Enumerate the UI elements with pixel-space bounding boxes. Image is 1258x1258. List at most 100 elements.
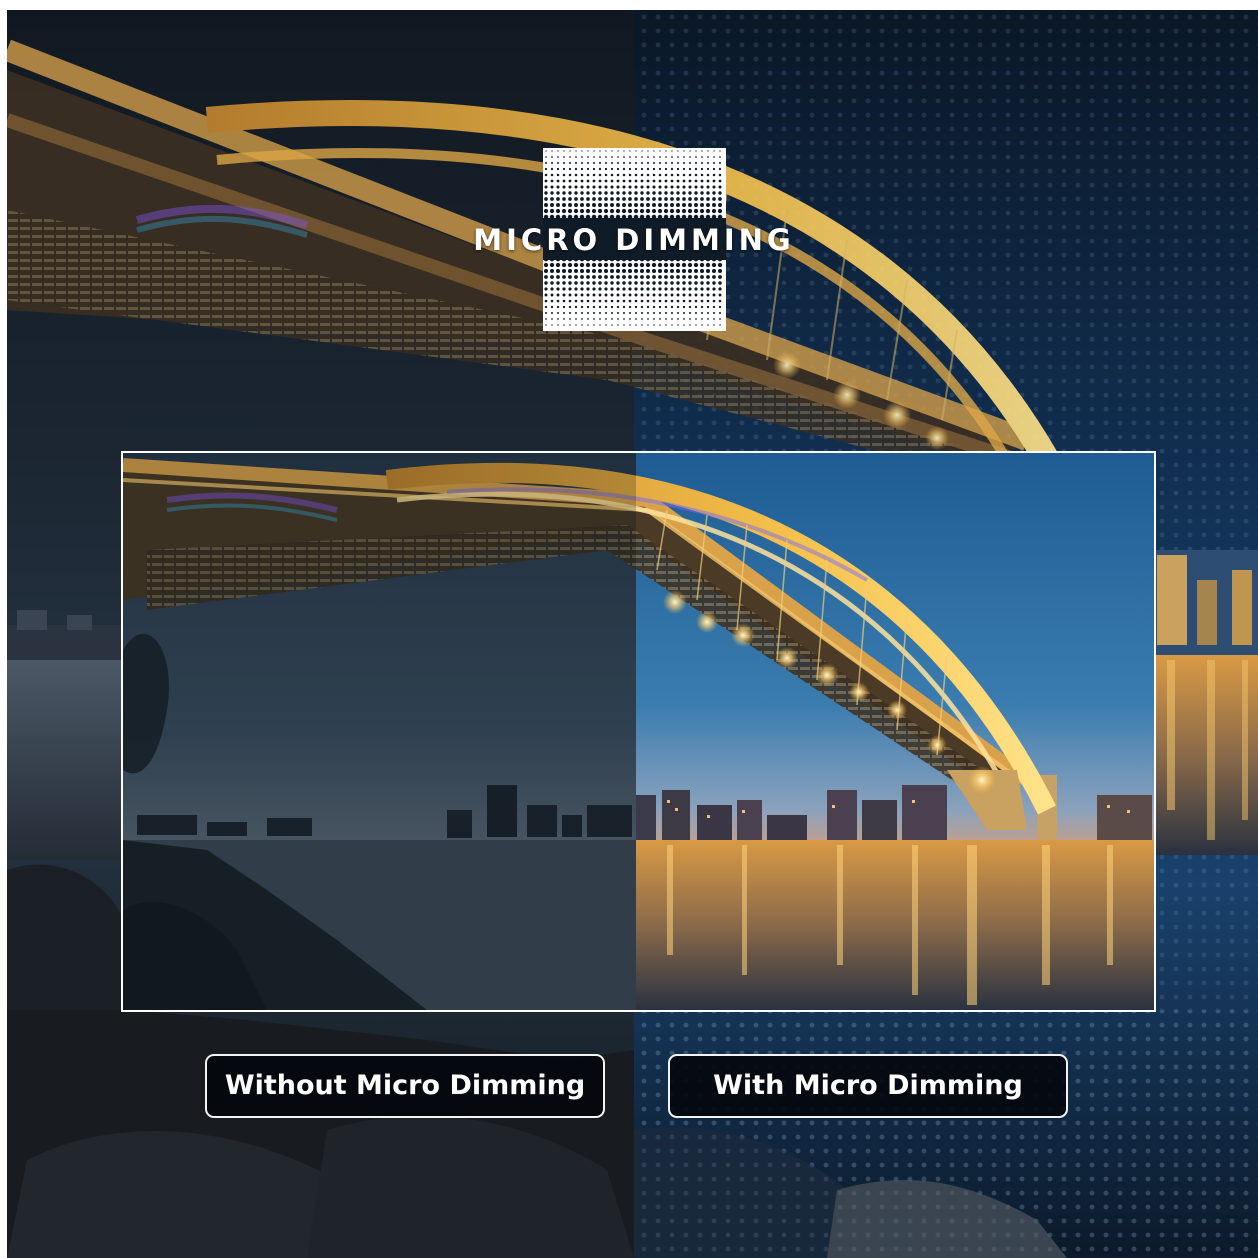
logo-dot [615, 208, 621, 214]
logo-dot [652, 167, 656, 171]
logo-dot [580, 191, 584, 195]
logo-dot [712, 311, 716, 315]
logo-dot [579, 262, 585, 268]
logo-dot [676, 185, 680, 189]
logo-dot [634, 179, 638, 183]
logo-dot [640, 203, 644, 207]
logo-dot [621, 262, 627, 268]
logo-dot [556, 299, 560, 303]
logo-dot [544, 311, 548, 315]
logo-dot [557, 150, 559, 152]
logo-dot [598, 167, 602, 171]
logo-dot [701, 162, 703, 164]
logo-dot [580, 281, 584, 285]
logo-dot [599, 318, 601, 320]
logo-dot [706, 167, 710, 171]
background-right-city [1154, 550, 1258, 855]
logo-dot [646, 287, 650, 291]
logo-dot [545, 324, 547, 326]
logo-dot [640, 185, 644, 189]
logo-dot [563, 150, 565, 152]
logo-dot [719, 156, 721, 158]
logo-dot [712, 281, 716, 285]
logo-dot [658, 179, 662, 183]
logo-dot [687, 268, 693, 274]
logo-dot [664, 203, 668, 207]
logo-dot [604, 275, 608, 279]
logo-dot [610, 167, 614, 171]
logo-dot [545, 156, 547, 158]
logo-dot [664, 311, 668, 315]
logo-dot [580, 179, 584, 183]
logo-dot [671, 318, 673, 320]
with-micro-dimming-label: With Micro Dimming [668, 1054, 1068, 1118]
logo-dot [544, 185, 548, 189]
logo-dot [676, 191, 680, 195]
background-left-shore [7, 610, 127, 860]
logo-dot [634, 191, 638, 195]
logo-dot [609, 262, 615, 268]
logo-dot [682, 203, 686, 207]
logo-dot [556, 203, 560, 207]
logo-dot [604, 185, 608, 189]
logo-dot [701, 318, 703, 320]
logo-dot [713, 150, 715, 152]
logo-dot [617, 324, 619, 326]
logo-dot [639, 208, 645, 214]
logo-dot [712, 293, 716, 297]
logo-dot [694, 167, 698, 171]
logo-dot [665, 156, 667, 158]
logo-dot [641, 318, 643, 320]
logo-dot [694, 281, 698, 285]
logo-dot [628, 179, 632, 183]
logo-dot [658, 203, 662, 207]
logo-dot [605, 324, 607, 326]
logo-dot [592, 203, 596, 207]
logo-dot [586, 299, 590, 303]
logo-dot [633, 262, 639, 268]
logo-dot [706, 185, 710, 189]
logo-dot [592, 173, 596, 177]
logo-dot [610, 281, 614, 285]
logo-dot [676, 173, 680, 177]
logo-dot [575, 150, 577, 152]
logo-dot [664, 293, 668, 297]
logo-dot [604, 179, 608, 183]
logo-dot [659, 318, 661, 320]
logo-dot [639, 268, 645, 274]
logo-dot [670, 185, 674, 189]
logo-dot [694, 305, 698, 309]
logo-dot [556, 191, 560, 195]
logo-dot [718, 287, 722, 291]
logo-dot [670, 275, 674, 279]
logo-dot [670, 293, 674, 297]
logo-dot [544, 173, 548, 177]
logo-dot [574, 293, 578, 297]
logo-dot [688, 305, 692, 309]
logo-dot [634, 281, 638, 285]
logo-dot [568, 179, 572, 183]
logo-dot [701, 156, 703, 158]
logo-dot [677, 318, 679, 320]
logo-dot [706, 191, 710, 195]
logo-dot [627, 262, 633, 268]
logo-dot [699, 208, 705, 214]
logo-dot [616, 293, 620, 297]
logo-dot [610, 293, 614, 297]
logo-dot [695, 162, 697, 164]
logo-dot [706, 173, 710, 177]
logo-dot [652, 281, 656, 285]
logo-dot [557, 324, 559, 326]
logo-dot [682, 275, 686, 279]
logo-dot [682, 305, 686, 309]
logo-dot [640, 293, 644, 297]
logo-dot [658, 299, 662, 303]
logo-dot [599, 324, 601, 326]
logo-dot [628, 173, 632, 177]
logo-dot [579, 268, 585, 274]
logo-dot [615, 262, 621, 268]
logo-dot [640, 191, 644, 195]
logo-dot [555, 262, 561, 268]
logo-dot [688, 311, 692, 315]
logo-dot [701, 324, 703, 326]
